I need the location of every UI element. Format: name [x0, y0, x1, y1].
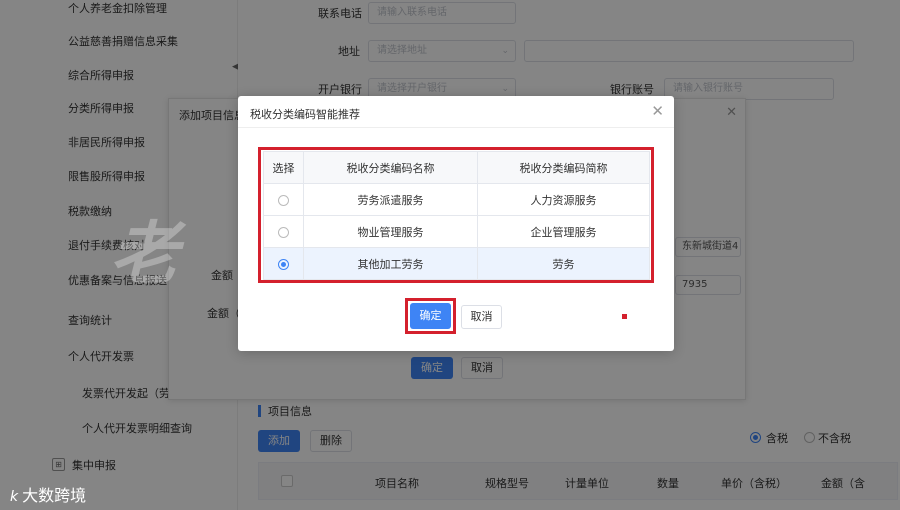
table-row[interactable]: 劳务派遣服务 人力资源服务 [263, 183, 650, 216]
tax-code-table: 选择 税收分类编码名称 税收分类编码简称 劳务派遣服务 人力资源服务 物业管理服… [263, 151, 650, 280]
code-name-cell: 劳务派遣服务 [303, 183, 478, 216]
divider [238, 127, 674, 128]
column-header: 税收分类编码简称 [477, 151, 650, 184]
code-short-cell: 人力资源服务 [477, 183, 650, 216]
code-name-cell: 物业管理服务 [303, 215, 478, 248]
table-row[interactable]: 物业管理服务 企业管理服务 [263, 215, 650, 248]
code-short-cell: 企业管理服务 [477, 215, 650, 248]
table-row-selected[interactable]: 其他加工劳务 劳务 [263, 247, 650, 280]
dialog-title: 税收分类编码智能推荐 [250, 108, 360, 121]
column-header: 选择 [263, 151, 304, 184]
code-short-cell: 劳务 [477, 247, 650, 280]
code-name-cell: 其他加工劳务 [303, 247, 478, 280]
row-radio-selected[interactable] [278, 258, 289, 270]
column-header: 税收分类编码名称 [303, 151, 478, 184]
row-radio[interactable] [278, 226, 289, 238]
logo-icon: k [10, 489, 19, 505]
tax-code-recommend-dialog: 税收分类编码智能推荐 ✕ 选择 税收分类编码名称 税收分类编码简称 劳务派遣服务… [238, 96, 674, 351]
marker-dot [622, 314, 627, 319]
confirm-button[interactable]: 确定 [410, 303, 451, 329]
logo-text: 大数跨境 [22, 486, 87, 505]
row-radio[interactable] [278, 194, 289, 206]
cancel-button[interactable]: 取消 [461, 305, 502, 329]
brand-logo: k 大数跨境 [10, 482, 86, 506]
close-icon[interactable]: ✕ [651, 102, 664, 120]
